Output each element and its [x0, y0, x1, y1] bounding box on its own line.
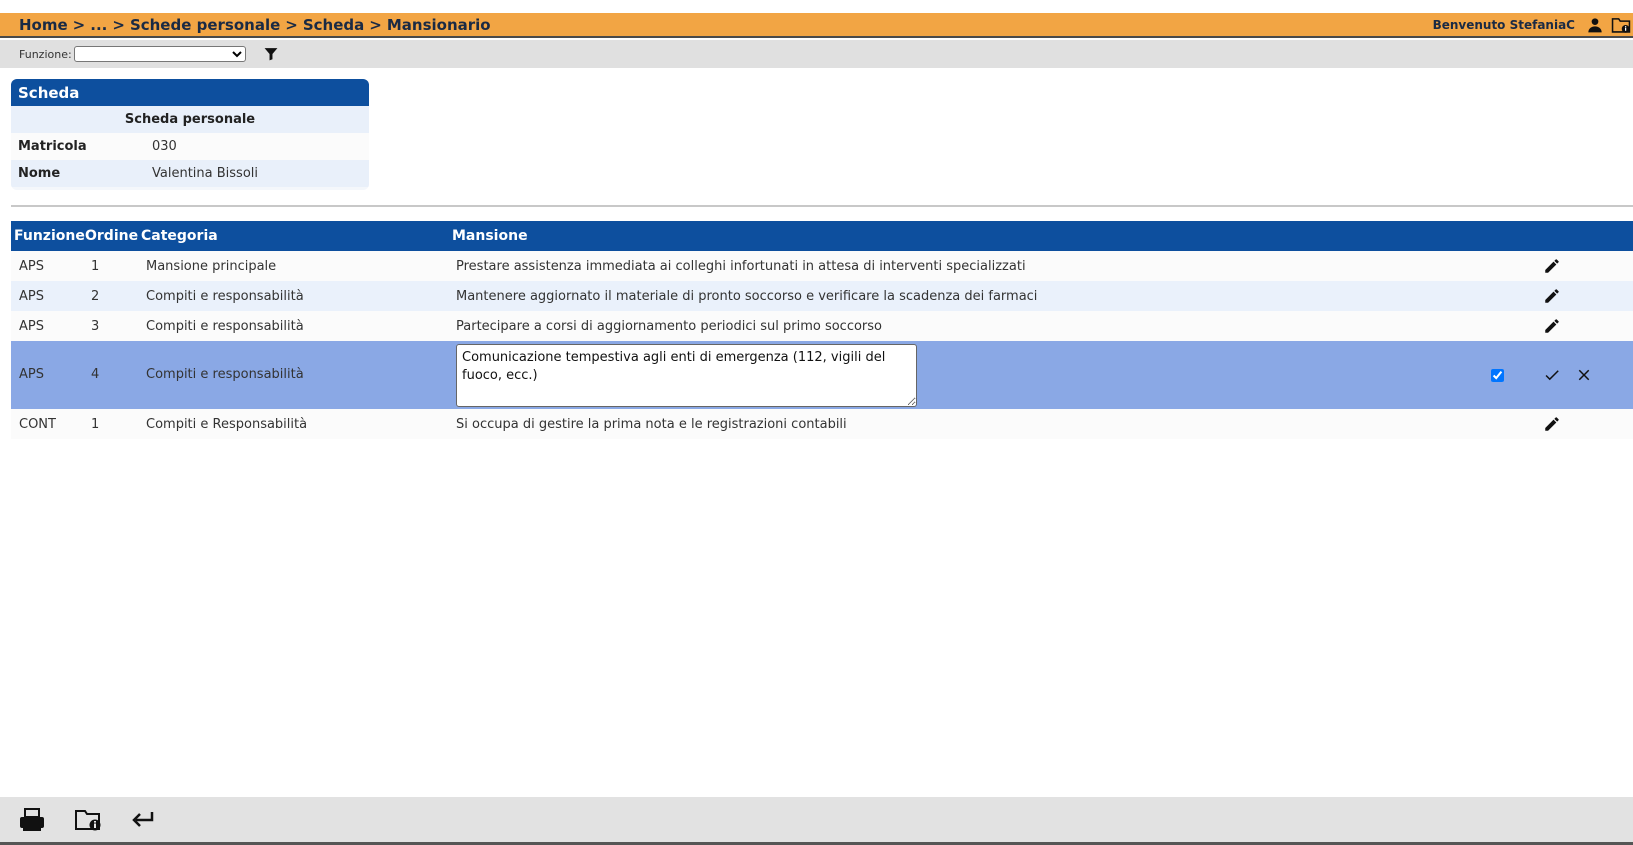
- breadcrumb-ellipsis[interactable]: ...: [90, 16, 107, 34]
- filter-toolbar: Funzione:: [0, 40, 1633, 68]
- edit-pencil-icon[interactable]: [1543, 317, 1561, 339]
- column-header-ordine[interactable]: Ordine: [85, 228, 138, 244]
- cell-funzione: APS: [19, 289, 44, 304]
- cell-funzione: APS: [19, 319, 44, 334]
- breadcrumb-home[interactable]: Home: [19, 16, 68, 34]
- scheda-card-subtitle: Scheda personale: [11, 106, 369, 133]
- user-icon[interactable]: [1587, 17, 1603, 33]
- column-header-mansione[interactable]: Mansione: [452, 228, 528, 244]
- welcome-text: Benvenuto StefaniaC: [1432, 17, 1575, 32]
- field-value: 030: [152, 139, 177, 154]
- confirm-check-icon[interactable]: [1543, 366, 1561, 388]
- scheda-field-nome: Nome Valentina Bissoli: [11, 160, 369, 187]
- column-header-funzione[interactable]: Funzione: [14, 228, 85, 244]
- cell-mansione: Mantenere aggiornato il materiale di pro…: [456, 289, 1038, 304]
- field-value: Valentina Bissoli: [152, 166, 258, 181]
- breadcrumb-scheda[interactable]: Scheda: [303, 16, 364, 34]
- column-header-categoria[interactable]: Categoria: [141, 228, 218, 244]
- cell-ordine: 1: [91, 259, 100, 274]
- cell-ordine: 4: [91, 367, 100, 382]
- cell-ordine: 1: [91, 417, 100, 432]
- cell-funzione: CONT: [19, 417, 56, 432]
- table-row[interactable]: APS 3 Compiti e responsabilità Partecipa…: [11, 311, 1633, 341]
- breadcrumb-separator: >: [285, 15, 298, 34]
- footer-toolbar: [0, 797, 1633, 845]
- table-row[interactable]: APS 1 Mansione principale Prestare assis…: [11, 251, 1633, 281]
- folder-info-icon[interactable]: [74, 808, 102, 832]
- scheda-card-title: Scheda: [11, 79, 369, 106]
- return-icon[interactable]: [130, 809, 156, 831]
- edit-pencil-icon[interactable]: [1543, 287, 1561, 309]
- breadcrumb-separator: >: [369, 15, 382, 34]
- mansionario-table: Funzione Ordine Categoria Mansione APS 1…: [11, 221, 1633, 439]
- cancel-close-icon[interactable]: [1575, 366, 1593, 388]
- cell-funzione: APS: [19, 259, 44, 274]
- cell-ordine: 3: [91, 319, 100, 334]
- table-row[interactable]: APS 2 Compiti e responsabilità Mantenere…: [11, 281, 1633, 311]
- table-row-editing[interactable]: APS 4 Compiti e responsabilità Comunicaz…: [11, 341, 1633, 409]
- row-active-checkbox[interactable]: [1491, 369, 1504, 382]
- printer-icon[interactable]: [18, 807, 46, 832]
- field-label: Nome: [18, 166, 61, 181]
- cell-categoria: Compiti e responsabilità: [146, 367, 304, 382]
- breadcrumb-separator: >: [72, 15, 86, 34]
- filter-icon[interactable]: [264, 47, 278, 61]
- mansione-edit-textarea[interactable]: Comunicazione tempestiva agli enti di em…: [456, 344, 917, 407]
- cell-mansione: Prestare assistenza immediata ai collegh…: [456, 259, 1026, 274]
- cell-funzione: APS: [19, 367, 44, 382]
- edit-pencil-icon[interactable]: [1543, 415, 1561, 437]
- cell-categoria: Compiti e Responsabilità: [146, 417, 308, 432]
- folder-info-icon[interactable]: [1611, 16, 1631, 34]
- cell-categoria: Compiti e responsabilità: [146, 289, 304, 304]
- breadcrumb-schede-personale[interactable]: Schede personale: [130, 16, 280, 34]
- table-header: Funzione Ordine Categoria Mansione: [11, 221, 1633, 251]
- scheda-field-matricola: Matricola 030: [11, 133, 369, 160]
- field-label: Matricola: [18, 139, 87, 154]
- section-divider: [11, 205, 1633, 207]
- breadcrumb: Home > ... > Schede personale > Scheda >…: [19, 16, 491, 34]
- top-bar: Home > ... > Schede personale > Scheda >…: [0, 13, 1633, 38]
- funzione-select[interactable]: [73, 46, 246, 62]
- cell-categoria: Mansione principale: [146, 259, 277, 274]
- breadcrumb-mansionario: Mansionario: [386, 15, 491, 34]
- cell-mansione: Si occupa di gestire la prima nota e le …: [456, 417, 847, 432]
- breadcrumb-separator: >: [112, 15, 125, 34]
- cell-categoria: Compiti e responsabilità: [146, 319, 304, 334]
- edit-pencil-icon[interactable]: [1543, 257, 1561, 279]
- table-row[interactable]: CONT 1 Compiti e Responsabilità Si occup…: [11, 409, 1633, 439]
- scheda-card: Scheda Scheda personale Matricola 030 No…: [11, 79, 369, 190]
- funzione-filter-label: Funzione:: [19, 47, 72, 61]
- cell-mansione: Partecipare a corsi di aggiornamento per…: [456, 319, 883, 334]
- cell-ordine: 2: [91, 289, 100, 304]
